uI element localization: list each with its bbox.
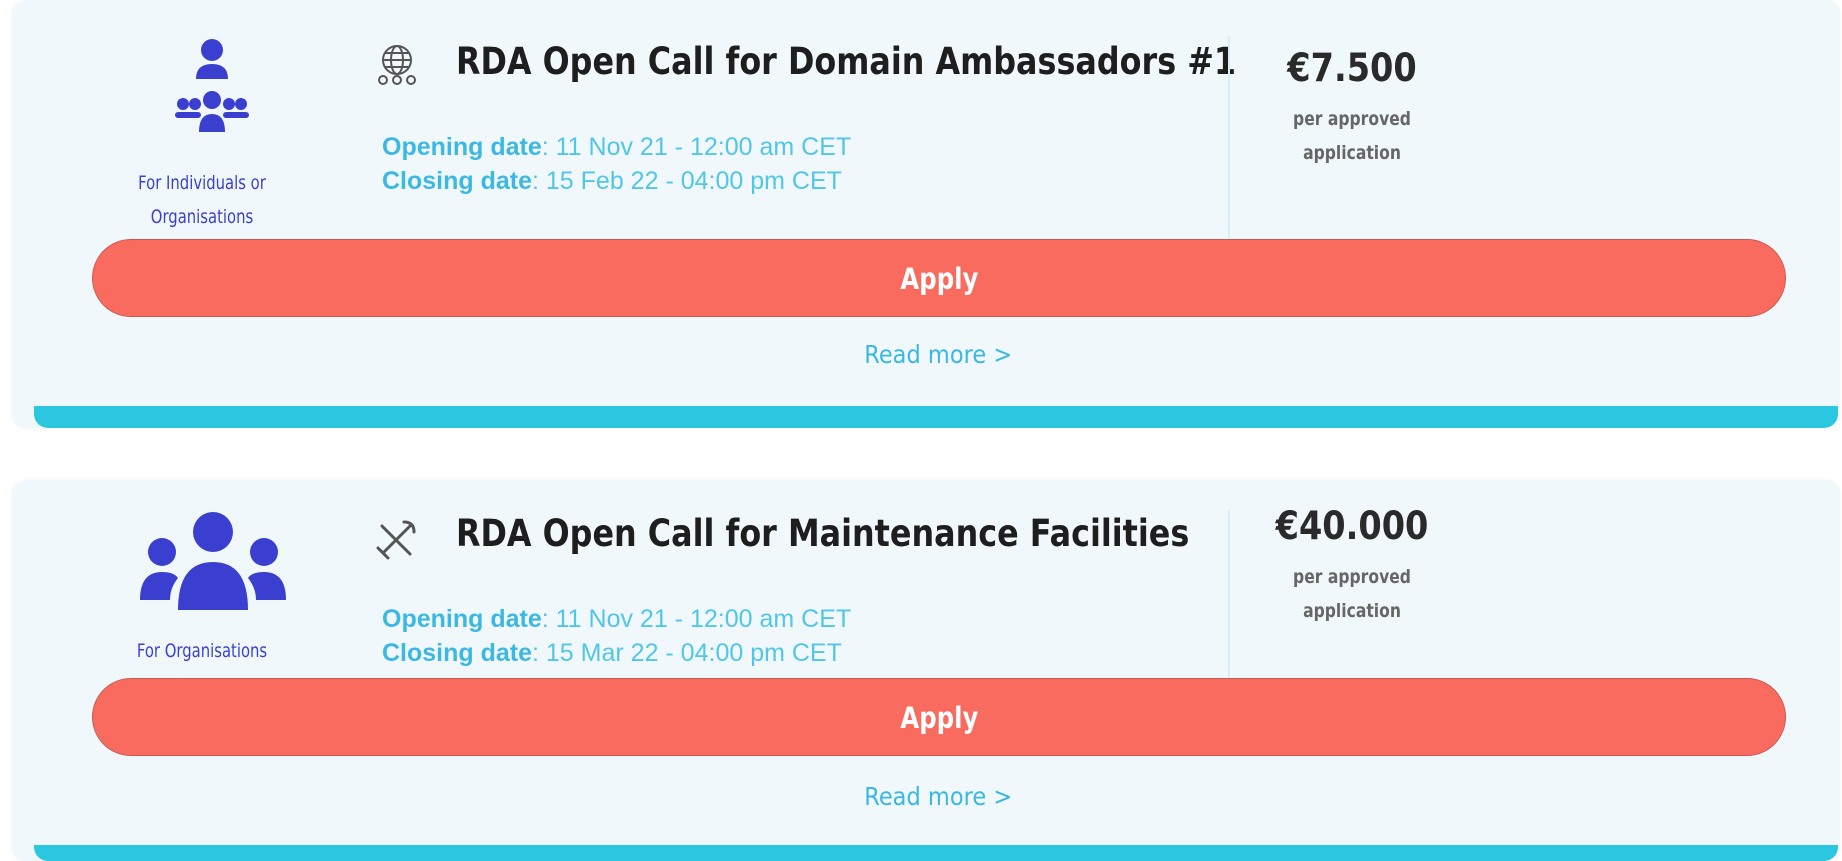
call-title: RDA Open Call for Maintenance Facilities bbox=[456, 512, 1190, 555]
group-icon bbox=[140, 512, 286, 610]
apply-button-label: Apply bbox=[900, 262, 978, 296]
amount-note-line: application bbox=[1303, 142, 1401, 164]
amount-note-line: per approved bbox=[1293, 108, 1411, 130]
call-dates: Opening date: 11 Nov 21 - 12:00 am CET C… bbox=[382, 130, 851, 198]
read-more-label: Read more > bbox=[864, 782, 1012, 811]
tools-icon bbox=[376, 520, 416, 560]
open-call-card: For Organisations RDA Open Call for Main… bbox=[12, 480, 1840, 861]
funding-amount-note: per approved application bbox=[1245, 102, 1458, 170]
read-more-link[interactable]: Read more > bbox=[782, 340, 1094, 369]
opening-date: Opening date: 11 Nov 21 - 12:00 am CET bbox=[382, 130, 851, 164]
audience-label: For Organisations bbox=[136, 640, 268, 662]
funding-amount-note: per approved application bbox=[1245, 560, 1458, 628]
funding-amount: €7.500 bbox=[1287, 46, 1417, 91]
amount-note-line: per approved bbox=[1293, 566, 1411, 588]
opening-date: Opening date: 11 Nov 21 - 12:00 am CET bbox=[382, 602, 851, 636]
opening-date-label: Opening date bbox=[382, 133, 542, 161]
card-accent-bar bbox=[34, 845, 1838, 861]
amount-note-line: application bbox=[1303, 600, 1401, 622]
column-divider bbox=[1228, 36, 1230, 240]
call-title: RDA Open Call for Domain Ambassadors #1 bbox=[456, 40, 1237, 83]
apply-button[interactable]: Apply bbox=[92, 239, 1786, 317]
read-more-label: Read more > bbox=[864, 340, 1012, 369]
globe-network-icon bbox=[378, 45, 416, 85]
opening-date-value: : 11 Nov 21 - 12:00 am CET bbox=[541, 133, 852, 161]
audience-label: For Individuals or Organisations bbox=[138, 172, 266, 228]
closing-date-value: : 15 Feb 22 - 04:00 pm CET bbox=[532, 167, 842, 195]
apply-button[interactable]: Apply bbox=[92, 678, 1786, 756]
opening-date-value: : 11 Nov 21 - 12:00 am CET bbox=[541, 605, 852, 633]
closing-date-label: Closing date bbox=[382, 639, 533, 667]
card-accent-bar bbox=[34, 406, 1838, 428]
call-dates: Opening date: 11 Nov 21 - 12:00 am CET C… bbox=[382, 602, 851, 670]
read-more-link[interactable]: Read more > bbox=[782, 782, 1094, 811]
single-person-over-group-icon bbox=[175, 39, 249, 132]
closing-date-value: : 15 Mar 22 - 04:00 pm CET bbox=[532, 639, 842, 667]
closing-date-label: Closing date bbox=[382, 167, 533, 195]
closing-date: Closing date: 15 Mar 22 - 04:00 pm CET bbox=[382, 636, 851, 670]
open-call-card: For Individuals or Organisations RDA Ope… bbox=[12, 0, 1840, 428]
opening-date-label: Opening date bbox=[382, 605, 542, 633]
apply-button-label: Apply bbox=[900, 701, 978, 735]
closing-date: Closing date: 15 Feb 22 - 04:00 pm CET bbox=[382, 164, 851, 198]
funding-amount: €40.000 bbox=[1275, 504, 1429, 549]
